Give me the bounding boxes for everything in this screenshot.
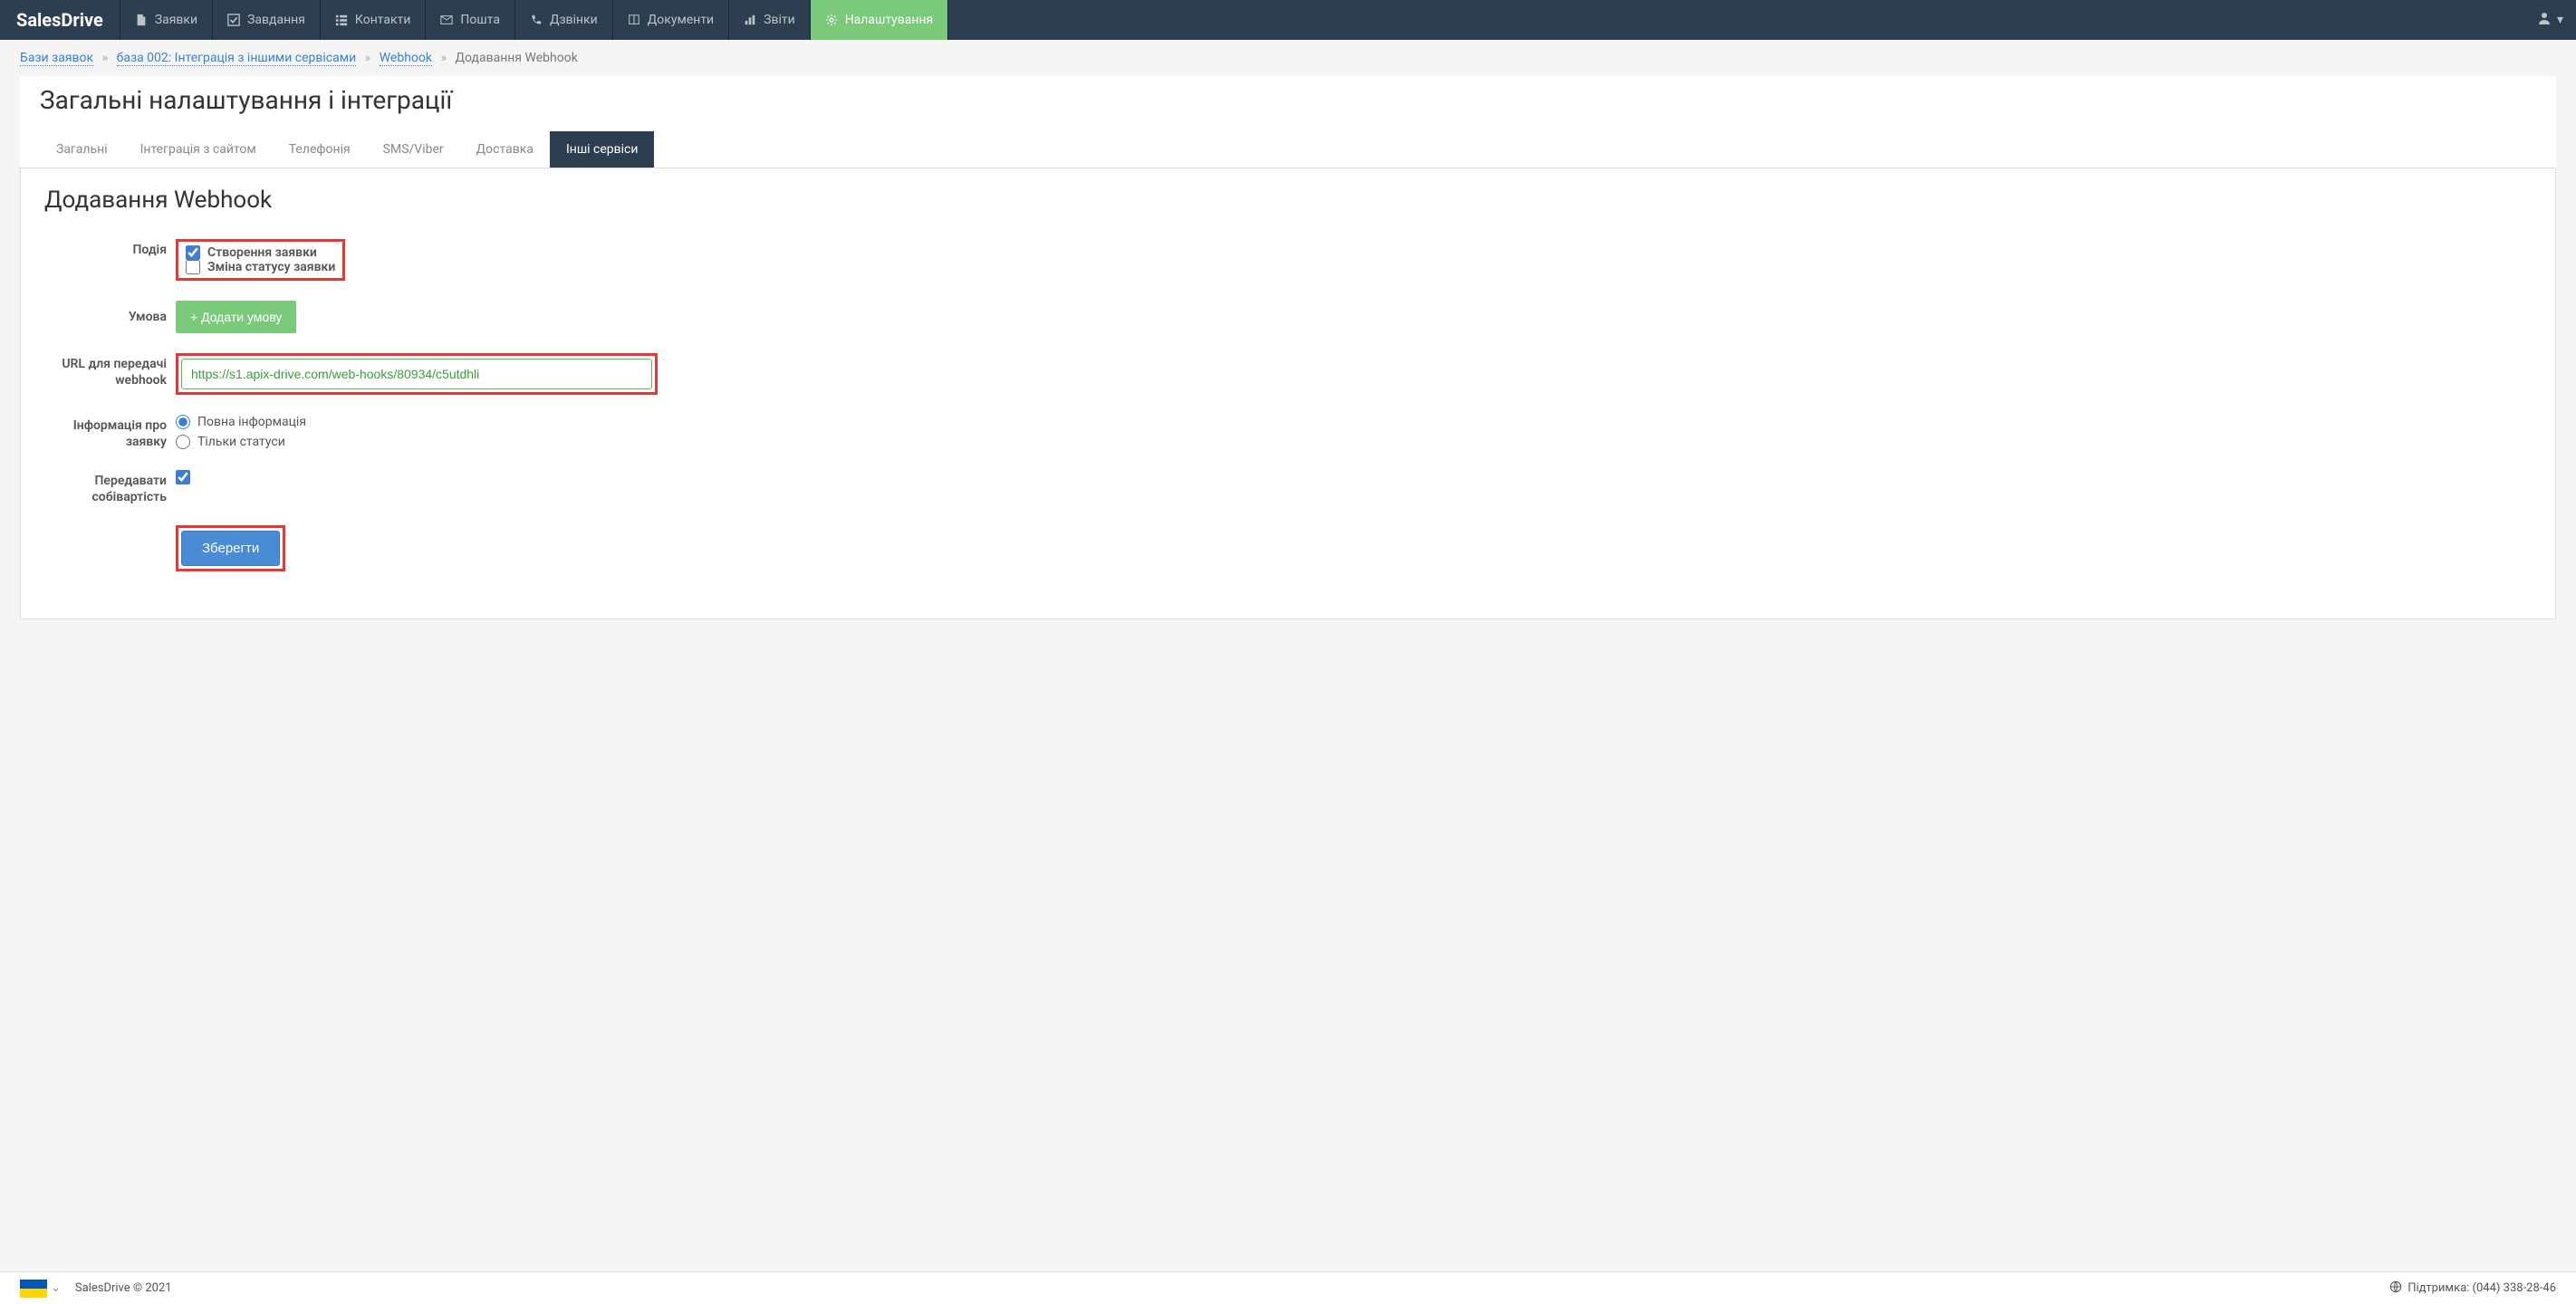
- event-label: Подія: [44, 239, 176, 259]
- chart-icon: [744, 14, 756, 26]
- nav-label: Налаштування: [845, 13, 934, 27]
- add-condition-button[interactable]: + Додати умову: [176, 301, 296, 333]
- brand-logo: SalesDrive: [0, 0, 120, 40]
- event-create-label: Створення заявки: [207, 245, 317, 260]
- event-highlight: Створення заявки Зміна статусу заявки: [176, 239, 345, 281]
- globe-icon: [2389, 1280, 2402, 1297]
- user-icon: [2537, 11, 2552, 29]
- nav-calls[interactable]: Дзвінки: [515, 0, 613, 40]
- tab-general[interactable]: Загальні: [40, 131, 124, 168]
- info-status-label: Тільки статуси: [197, 435, 285, 449]
- tab-sms-viber[interactable]: SMS/Viber: [367, 131, 460, 168]
- panel-title: Додавання Webhook: [44, 187, 2532, 214]
- chevron-down-icon: ⌄: [51, 1281, 61, 1295]
- nav-reports[interactable]: Звіти: [729, 0, 811, 40]
- breadcrumb-link[interactable]: Бази заявок: [20, 51, 93, 66]
- footer-copyright: SalesDrive © 2021: [75, 1281, 172, 1295]
- url-label: URL для передачі webhook: [44, 353, 176, 388]
- webhook-url-input[interactable]: [181, 359, 652, 389]
- check-icon: [227, 14, 240, 26]
- event-create-checkbox[interactable]: [186, 245, 200, 260]
- cost-label: Передавати собівартість: [44, 470, 176, 505]
- file-icon: [135, 14, 148, 26]
- flag-ua-icon[interactable]: [20, 1280, 47, 1298]
- chevron-down-icon: ▾: [2557, 13, 2563, 27]
- breadcrumb-link[interactable]: база 002: Інтеграція з іншими сервісами: [117, 51, 357, 66]
- page-title: Загальні налаштування і інтеграції: [20, 76, 2556, 131]
- nav-label: Звіти: [764, 13, 795, 27]
- event-status-label: Зміна статусу заявки: [207, 260, 335, 274]
- breadcrumb-link[interactable]: Webhook: [380, 51, 432, 66]
- breadcrumb-current: Додавання Webhook: [456, 51, 578, 65]
- footer-support: Підтримка: (044) 338-28-46: [2408, 1281, 2556, 1295]
- tab-delivery[interactable]: Доставка: [460, 131, 550, 168]
- tab-other-services[interactable]: Інші сервіси: [550, 131, 655, 168]
- nav-requests[interactable]: Заявки: [120, 0, 213, 40]
- nav-label: Пошта: [460, 13, 500, 27]
- mail-icon: [440, 14, 453, 26]
- nav-label: Завдання: [247, 13, 305, 27]
- cost-checkbox[interactable]: [176, 470, 190, 484]
- nav-items: Заявки Завдання Контакти Пошта Дзвінки Д…: [120, 0, 948, 40]
- nav-label: Заявки: [155, 13, 197, 27]
- tab-site-integration[interactable]: Інтеграція з сайтом: [124, 131, 273, 168]
- save-highlight: Зберегти: [176, 525, 285, 571]
- event-status-checkbox[interactable]: [186, 260, 200, 274]
- nav-settings[interactable]: Налаштування: [811, 0, 949, 40]
- condition-label: Умова: [44, 301, 176, 326]
- url-highlight: [176, 353, 658, 395]
- settings-tabs: Загальні Інтеграція з сайтом Телефонія S…: [20, 131, 2556, 168]
- nav-contacts[interactable]: Контакти: [321, 0, 427, 40]
- info-status-radio[interactable]: [176, 435, 190, 449]
- breadcrumb: Бази заявок » база 002: Інтеграція з інш…: [0, 40, 2576, 76]
- tab-telephony[interactable]: Телефонія: [273, 131, 367, 168]
- gear-icon: [825, 14, 838, 26]
- top-navbar: SalesDrive Заявки Завдання Контакти Пошт…: [0, 0, 2576, 40]
- footer: ⌄ SalesDrive © 2021 Підтримка: (044) 338…: [0, 1271, 2576, 1304]
- nav-label: Дзвінки: [550, 13, 598, 27]
- nav-documents[interactable]: Документи: [613, 0, 729, 40]
- nav-tasks[interactable]: Завдання: [213, 0, 321, 40]
- nav-label: Документи: [648, 13, 714, 27]
- nav-label: Контакти: [355, 13, 411, 27]
- info-full-radio[interactable]: [176, 415, 190, 429]
- info-label: Інформація про заявку: [44, 415, 176, 450]
- nav-mail[interactable]: Пошта: [426, 0, 515, 40]
- list-icon: [335, 14, 348, 26]
- save-button[interactable]: Зберегти: [181, 531, 280, 566]
- book-icon: [628, 14, 640, 26]
- user-menu[interactable]: ▾: [2524, 0, 2576, 40]
- phone-icon: [530, 14, 543, 26]
- info-full-label: Повна інформація: [197, 415, 306, 429]
- webhook-panel: Додавання Webhook Подія Створення заявки…: [20, 168, 2556, 619]
